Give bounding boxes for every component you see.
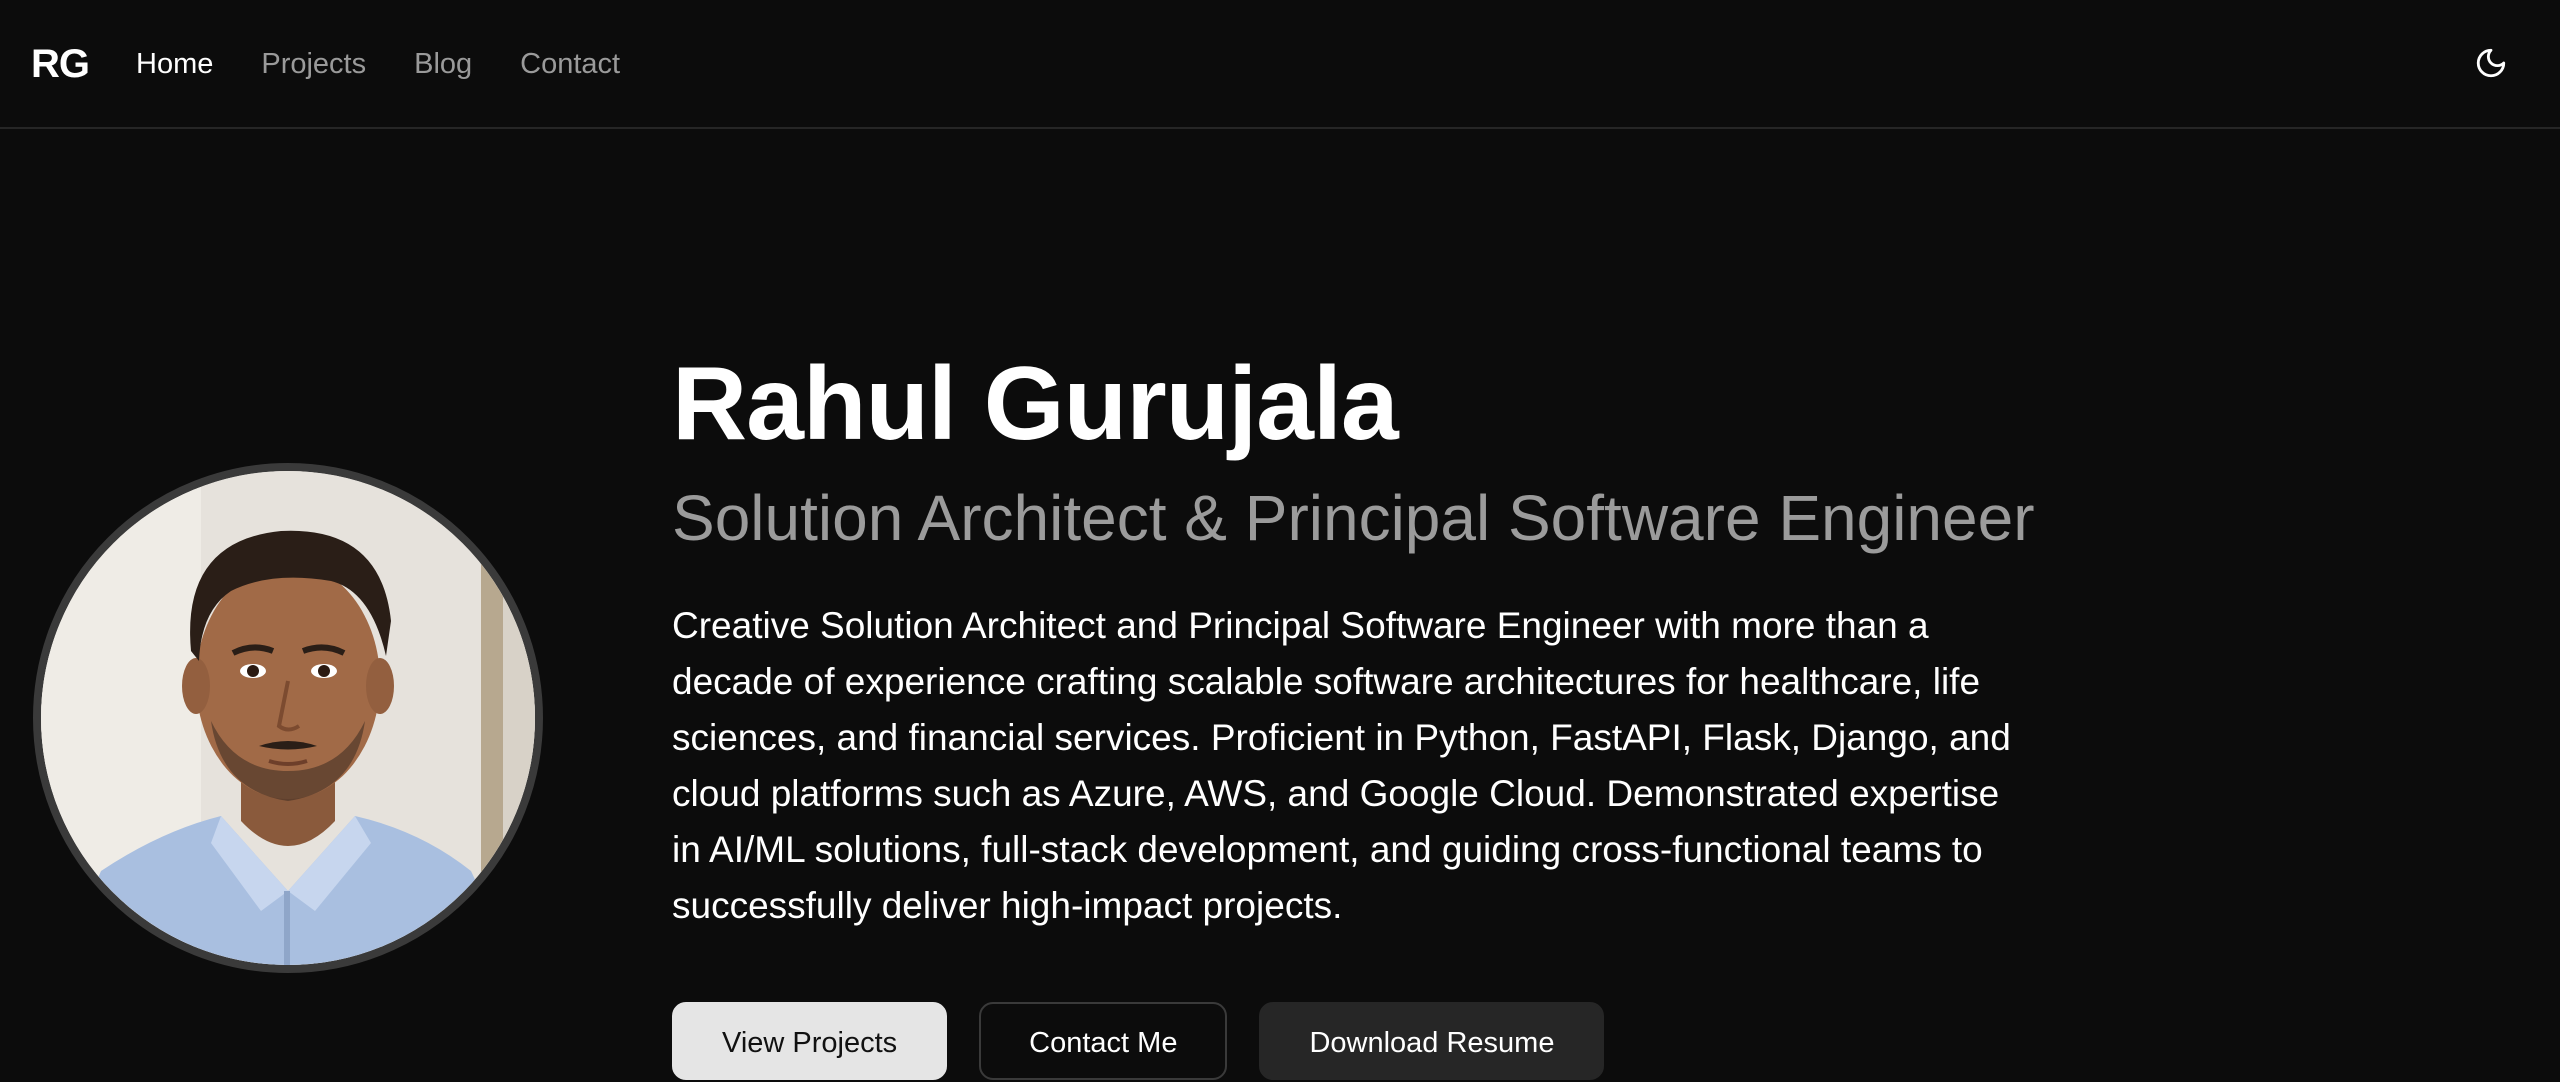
- hero-bio: Creative Solution Architect and Principa…: [672, 605, 2011, 926]
- nav-link-projects[interactable]: Projects: [261, 44, 366, 84]
- nav-link-home[interactable]: Home: [136, 44, 213, 84]
- hero-section: Rahul Gurujala Solution Architect & Prin…: [672, 340, 2112, 934]
- main-nav: Home Projects Blog Contact: [136, 44, 620, 84]
- profile-photo: [33, 463, 543, 973]
- view-projects-button[interactable]: View Projects: [672, 1002, 948, 1080]
- top-navbar: RG Home Projects Blog Contact: [0, 0, 2560, 129]
- download-resume-button[interactable]: Download Resume: [1259, 1002, 1605, 1080]
- moon-icon: [2476, 48, 2506, 78]
- hero-actions: View Projects Contact Me Download Resume: [672, 1002, 1605, 1080]
- site-logo[interactable]: RG: [31, 38, 90, 90]
- hero-name: Rahul Gurujala: [672, 346, 1399, 462]
- nav-link-blog[interactable]: Blog: [414, 44, 472, 84]
- contact-me-button[interactable]: Contact Me: [979, 1002, 1228, 1080]
- profile-portrait-image: [41, 471, 535, 965]
- hero-role: Solution Architect & Principal Software …: [672, 482, 2035, 554]
- theme-toggle-button[interactable]: [2470, 42, 2512, 84]
- nav-link-contact[interactable]: Contact: [520, 44, 620, 84]
